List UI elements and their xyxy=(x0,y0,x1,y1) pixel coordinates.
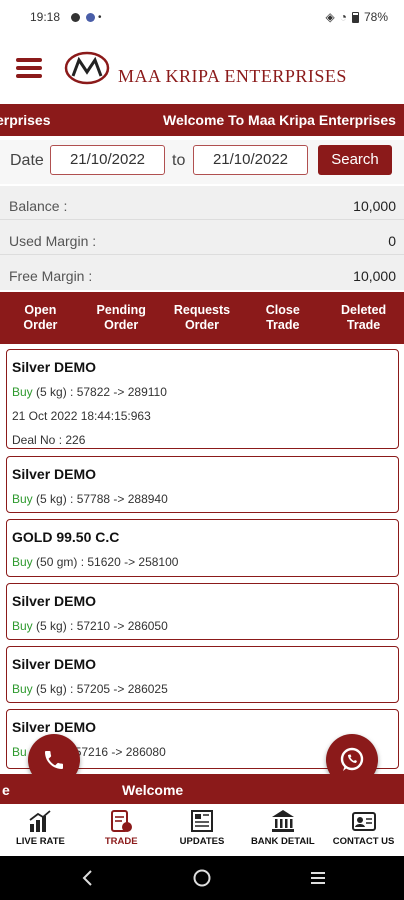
order-detail: 57216 -> 286080 xyxy=(74,745,166,759)
from-date-input[interactable]: 21/10/2022 xyxy=(50,145,165,175)
contact-card-icon xyxy=(351,812,376,831)
used-margin-value: 0 xyxy=(388,233,396,249)
nav-label: TRADE xyxy=(104,836,138,847)
free-margin-row: Free Margin : 10,000 xyxy=(0,256,404,290)
brand-name: MAA KRIPA ENTERPRISES xyxy=(118,66,347,86)
free-margin-value: 10,000 xyxy=(353,268,396,284)
notification-icon xyxy=(71,12,81,22)
bottom-marquee: e Welcome xyxy=(0,774,404,804)
balance-label: Balance : xyxy=(9,198,68,214)
nav-trade[interactable]: TRADE xyxy=(81,804,162,856)
order-card[interactable]: Silver DEMO Buy (5 kg) : 57822 -> 289110… xyxy=(6,349,399,449)
welcome-marquee: erprises Welcome To Maa Kripa Enterprise… xyxy=(0,104,404,136)
order-side: Buy xyxy=(12,385,33,399)
to-date-input[interactable]: 21/10/2022 xyxy=(193,145,308,175)
used-margin-row: Used Margin : 0 xyxy=(0,221,404,255)
order-list[interactable]: Silver DEMO Buy (5 kg) : 57822 -> 289110… xyxy=(0,346,404,774)
order-timestamp: 21 Oct 2022 18:44:15:963 xyxy=(12,409,151,423)
tab-pending-order[interactable]: Pending Order xyxy=(81,292,162,344)
nav-updates[interactable]: UPDATES xyxy=(162,804,243,856)
brand-logo xyxy=(64,51,110,85)
balance-row: Balance : 10,000 xyxy=(0,186,404,220)
menu-icon[interactable] xyxy=(16,58,42,78)
nav-label: CONTACT US xyxy=(332,836,395,847)
back-icon[interactable] xyxy=(78,868,98,888)
order-card[interactable]: GOLD 99.50 C.C Buy (50 gm) : 51620 -> 25… xyxy=(6,519,399,577)
order-title: Silver DEMO xyxy=(12,656,97,672)
bottom-marquee-right: Welcome xyxy=(122,782,184,798)
order-detail: (5 kg) : 57822 -> 289110 xyxy=(32,385,167,399)
order-title: GOLD 99.50 C.C xyxy=(12,529,120,545)
bank-icon xyxy=(271,810,294,832)
home-icon[interactable] xyxy=(192,868,212,888)
order-tabs: Open Order Pending Order Requests Order … xyxy=(0,292,404,344)
order-card[interactable]: Silver DEMO Buy (5 kg) : 57210 -> 286050 xyxy=(6,583,399,640)
order-line: Buy (5 kg) : 57788 -> 288940 xyxy=(12,492,393,506)
order-line: Buy (50 gm) : 51620 -> 258100 xyxy=(12,555,393,569)
wifi-icon: ◔ xyxy=(339,10,347,24)
date-label: Date xyxy=(10,152,44,169)
nav-contact-us[interactable]: CONTACT US xyxy=(323,804,404,856)
search-button[interactable]: Search xyxy=(318,145,392,175)
phone-icon xyxy=(45,751,63,769)
marquee-text-left: erprises xyxy=(0,112,51,128)
battery-icon xyxy=(351,11,359,23)
tab-requests-order[interactable]: Requests Order xyxy=(162,292,243,344)
battery-level: 78% xyxy=(363,10,388,24)
tab-open-order[interactable]: Open Order xyxy=(0,292,81,344)
system-nav-bar xyxy=(0,856,404,900)
nav-live-rate[interactable]: LIVE RATE xyxy=(0,804,81,856)
app-notification-icon xyxy=(86,12,96,22)
free-margin-label: Free Margin : xyxy=(9,268,93,284)
order-title: Silver DEMO xyxy=(12,359,97,375)
order-line: Buy (5 kg) : 57822 -> 289110 xyxy=(12,385,393,399)
whatsapp-icon xyxy=(340,747,364,771)
more-notifications-icon: • xyxy=(98,11,102,23)
account-summary: Balance : 10,000 Used Margin : 0 Free Ma… xyxy=(0,186,404,290)
order-title: Silver DEMO xyxy=(12,593,97,609)
nav-label: LIVE RATE xyxy=(15,836,65,847)
balance-value: 10,000 xyxy=(353,198,396,214)
order-line: Buy (5 kg) : 57205 -> 286025 xyxy=(12,682,393,696)
order-title: Silver DEMO xyxy=(12,719,97,735)
order-title: Silver DEMO xyxy=(12,466,97,482)
app-bar: MAA KRIPA ENTERPRISES xyxy=(0,40,404,100)
nav-label: UPDATES xyxy=(179,836,225,847)
bottom-marquee-left: e xyxy=(2,782,10,798)
order-detail: (50 gm) : 51620 -> 258100 xyxy=(32,555,179,569)
order-line: Buy (5 kg) : 57210 -> 286050 xyxy=(12,619,393,633)
bottom-nav: LIVE RATE TRADE UPDATES BANK DETAIL CONT… xyxy=(0,804,404,856)
used-margin-label: Used Margin : xyxy=(9,233,97,249)
tab-deleted-trade[interactable]: Deleted Trade xyxy=(323,292,404,344)
date-filter: Date 21/10/2022 to 21/10/2022 Search xyxy=(0,140,404,184)
tab-close-trade[interactable]: Close Trade xyxy=(242,292,323,344)
order-card[interactable]: Silver DEMO Buy (5 kg) : 57788 -> 288940 xyxy=(6,456,399,513)
recent-apps-icon[interactable] xyxy=(308,868,328,888)
order-side: Buy xyxy=(12,619,33,633)
order-detail: (5 kg) : 57210 -> 286050 xyxy=(32,619,168,633)
order-detail: (5 kg) : 57205 -> 286025 xyxy=(32,682,168,696)
newspaper-icon xyxy=(190,810,213,832)
order-side: Buy xyxy=(12,555,33,569)
chart-icon xyxy=(29,810,51,832)
order-side: Buy xyxy=(12,492,33,506)
status-bar: 19:18 • ◈ ◔ 78% xyxy=(0,0,404,34)
status-time: 19:18 xyxy=(30,10,61,24)
vibrate-icon: ◈ xyxy=(325,10,335,24)
order-side: Buy xyxy=(12,682,33,696)
order-card[interactable]: Silver DEMO Buy (5 kg) : 57205 -> 286025 xyxy=(6,646,399,703)
trade-icon xyxy=(111,810,133,832)
marquee-text-right: Welcome To Maa Kripa Enterprises xyxy=(163,112,396,128)
order-side: Bu xyxy=(12,745,27,759)
order-detail: (5 kg) : 57788 -> 288940 xyxy=(32,492,168,506)
order-deal-number: Deal No : 226 xyxy=(12,433,86,447)
to-label: to xyxy=(172,152,186,169)
nav-label: BANK DETAIL xyxy=(250,836,315,847)
nav-bank-detail[interactable]: BANK DETAIL xyxy=(242,804,323,856)
